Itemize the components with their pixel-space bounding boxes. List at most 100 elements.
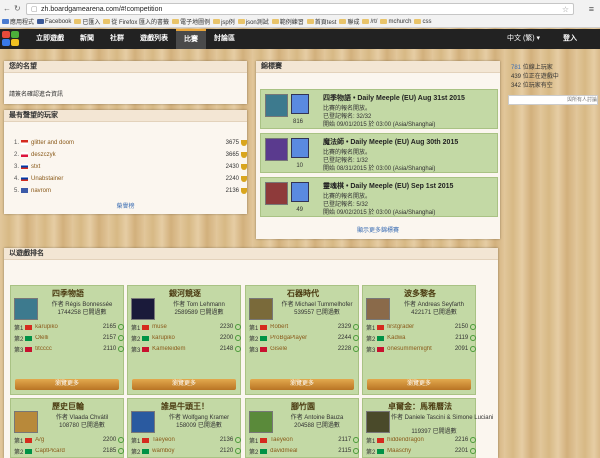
player-row[interactable]: 5. navrom 2136	[14, 186, 247, 195]
meeple-icon	[291, 182, 309, 202]
bookmark[interactable]: 應用程式	[2, 16, 34, 27]
ranking-row[interactable]: 第2 ProBgaPlayer 2244	[249, 333, 359, 343]
flag-icon	[21, 176, 28, 181]
bookmark[interactable]: 電子地圖例	[172, 16, 210, 27]
bookmark[interactable]: 首頁test	[306, 16, 336, 27]
see-more-button[interactable]: 瀏覽更多	[367, 379, 471, 390]
url-text: zh.boardgamearena.com/#!competition	[41, 6, 163, 13]
nav-play-now[interactable]: 立即遊戲	[28, 29, 72, 49]
menu-icon[interactable]: ≡	[589, 3, 594, 15]
flag-icon	[260, 346, 268, 352]
game-stat: 2589589 已開過數	[174, 310, 224, 316]
ranking-row[interactable]: 第3 onesummernight 2091	[366, 344, 476, 354]
flag-icon	[25, 437, 33, 443]
game-thumbnail[interactable]	[366, 298, 390, 320]
flag-icon	[260, 335, 268, 341]
bookmark[interactable]: json測試	[237, 16, 269, 27]
hall-of-fame-link[interactable]: 榮譽榜	[4, 201, 247, 210]
login-button[interactable]: 登入	[563, 29, 577, 49]
flag-icon	[21, 164, 28, 169]
folder-icon	[380, 19, 388, 24]
name-panel: 您的名望 請簽名確認進合資訊	[4, 61, 247, 104]
language-select[interactable]: 中文 (繁) ▾	[507, 29, 540, 49]
bookmark[interactable]: css	[414, 16, 431, 27]
flag-icon	[142, 324, 150, 330]
ranking-row[interactable]: 第1 Taeyeon 2117	[249, 435, 359, 445]
elo-ring-icon	[353, 448, 359, 454]
folder-icon	[362, 19, 370, 24]
player-row[interactable]: 3. stxt 2430	[14, 162, 247, 171]
ranking-row[interactable]: 第1 muse 2230	[131, 322, 241, 332]
ranking-row[interactable]: 第1 firstgrader 2150	[366, 322, 476, 332]
bookmark[interactable]: 已匯入	[74, 16, 100, 27]
folder-icon	[237, 19, 245, 24]
nav-community[interactable]: 社群	[102, 29, 132, 49]
ranking-row[interactable]: 第2 CaptPicard 2185	[14, 446, 124, 456]
bookmark[interactable]: /rt/	[362, 16, 377, 27]
reload-icon[interactable]: ↻	[14, 3, 21, 15]
more-tournaments-link[interactable]: 顯示更多錦標賽	[256, 225, 500, 234]
flag-icon	[142, 448, 150, 454]
trophy-icon	[241, 163, 247, 170]
tournament-card[interactable]: 816 四季物語 • Daily Meeple (EU) Aug 31st 20…	[260, 89, 498, 129]
elo-ring-icon	[470, 346, 476, 352]
folder-icon	[339, 19, 347, 24]
nav-game-list[interactable]: 遊戲列表	[132, 29, 176, 49]
ranking-row[interactable]: 第2 wamboy 2120	[131, 446, 241, 456]
ranking-row[interactable]: 第1 Taeyeon 2136	[131, 435, 241, 445]
game-ranking-card: 四季物語 作者 Régis Bonnessée 1744258 已開過數 第1 karu…	[10, 285, 124, 395]
address-bar[interactable]: ▢ zh.boardgamearena.com/#!competition ☆	[26, 3, 574, 15]
game-thumbnail[interactable]	[249, 298, 273, 320]
bookmark[interactable]: jsp例	[213, 16, 235, 27]
game-thumbnail[interactable]	[366, 411, 390, 433]
see-more-button[interactable]: 瀏覽更多	[132, 379, 236, 390]
bga-logo-icon[interactable]	[2, 31, 20, 47]
nav-forum[interactable]: 討論區	[206, 29, 243, 49]
elo-ring-icon	[470, 448, 476, 454]
game-thumbnail[interactable]	[249, 411, 273, 433]
chat-input[interactable]	[508, 95, 598, 105]
ranking-row[interactable]: 第2 karupiko 2200	[131, 333, 241, 343]
nav-competition[interactable]: 比賽	[176, 29, 206, 49]
ranking-row[interactable]: 第3 Kameleidem 2148	[131, 344, 241, 354]
ranking-row[interactable]: 第3 Gisele 2228	[249, 344, 359, 354]
ranking-row[interactable]: 第2 Kadwa 2119	[366, 333, 476, 343]
player-row[interactable]: 1. glitter and doom 3675	[14, 138, 247, 147]
game-thumbnail[interactable]	[14, 298, 38, 320]
flag-icon	[25, 448, 33, 454]
bookmark-star-icon[interactable]: ☆	[562, 4, 569, 15]
flag-icon	[142, 437, 150, 443]
tournament-card[interactable]: 49 靈魂棋 • Daily Meeple (EU) Sep 1st 2015 …	[260, 177, 498, 217]
ranking-row[interactable]: 第1 karupiko 2165	[14, 322, 124, 332]
elo-ring-icon	[353, 324, 359, 330]
tournament-card[interactable]: 10 魔法師 • Daily Meeple (EU) Aug 30th 2015…	[260, 133, 498, 173]
bookmark[interactable]: 聯成	[339, 16, 359, 27]
trophy-icon	[241, 187, 247, 194]
player-row[interactable]: 2. deszczyk 3665	[14, 150, 247, 159]
name-panel-title: 您的名望	[4, 61, 247, 73]
ranking-row[interactable]: 第1 hiddendragon 2216	[366, 435, 476, 445]
bookmark[interactable]: Facebook	[37, 16, 71, 27]
rankings-title: 以遊戲排名	[4, 248, 498, 260]
bookmark[interactable]: 範例練習	[271, 16, 304, 27]
see-more-button[interactable]: 瀏覽更多	[250, 379, 354, 390]
elo-ring-icon	[353, 346, 359, 352]
ranking-row[interactable]: 第3 titcccc 2110	[14, 344, 124, 354]
ranking-row[interactable]: 第1 Robert 2329	[249, 322, 359, 332]
game-thumbnail[interactable]	[14, 411, 38, 433]
back-icon[interactable]: ←	[3, 3, 11, 15]
game-thumbnail[interactable]	[131, 411, 155, 433]
nav-news[interactable]: 新聞	[72, 29, 102, 49]
player-row[interactable]: 4. Unabstainer 2240	[14, 174, 247, 183]
ranking-row[interactable]: 第1 A/g 2200	[14, 435, 124, 445]
ranking-row[interactable]: 第2 Olelli 2157	[14, 333, 124, 343]
elo-ring-icon	[235, 324, 241, 330]
see-more-button[interactable]: 瀏覽更多	[15, 379, 119, 390]
ranking-row[interactable]: 第2 Maaschy 2201	[366, 446, 476, 456]
bookmark[interactable]: 從 Firefox 匯入的書籤	[103, 16, 169, 27]
game-thumbnail[interactable]	[131, 298, 155, 320]
ranking-row[interactable]: 第2 davidmeal 2115	[249, 446, 359, 456]
elo-ring-icon	[118, 448, 124, 454]
bookmark[interactable]: mchurch	[380, 16, 411, 27]
page-icon: ▢	[31, 6, 38, 13]
